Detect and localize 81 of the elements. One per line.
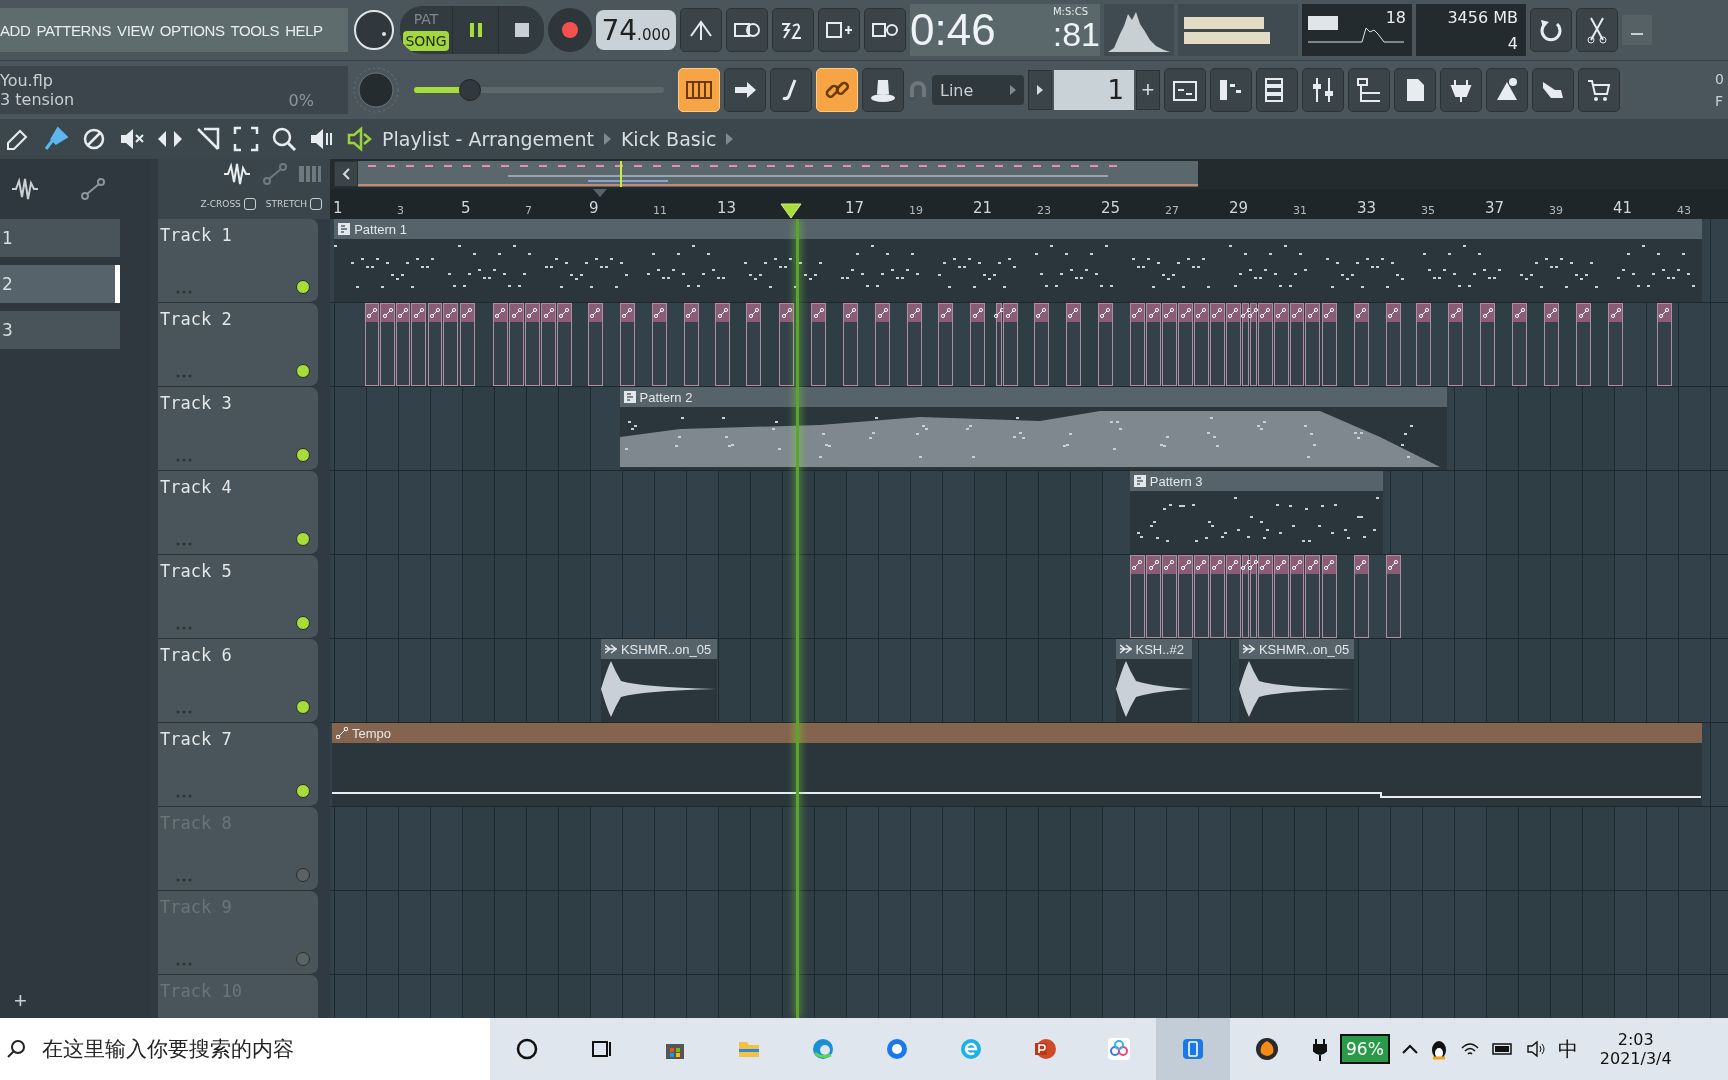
track-header[interactable]: Track 5 xyxy=(158,555,318,639)
snap-dropdown[interactable]: Line xyxy=(932,75,1024,105)
bar-number: 13 xyxy=(717,199,737,217)
bar-number: 5 xyxy=(461,199,471,217)
option-checkbox[interactable]: Z-CROSS xyxy=(200,198,256,210)
mode-toggle[interactable]: SONG xyxy=(403,31,449,51)
bar-number: 31 xyxy=(1293,204,1307,217)
bar-number: 27 xyxy=(1165,204,1179,217)
track-name: Track 5 xyxy=(160,561,232,581)
track-header[interactable]: Track 1 xyxy=(158,219,318,303)
bar-number: 9 xyxy=(589,199,599,217)
menu-item[interactable]: PATTERNS xyxy=(36,21,112,39)
picker-item[interactable]: 3 xyxy=(0,311,120,349)
time-format-label: M:S:CS xyxy=(1052,6,1088,17)
bar-number: 21 xyxy=(973,199,993,217)
menu-item[interactable]: VIEW xyxy=(117,21,154,39)
mode-toggle[interactable]: PAT xyxy=(403,9,449,29)
cpu-value: 4 xyxy=(1507,33,1518,53)
bar-number: 39 xyxy=(1549,204,1563,217)
tempo-value: 74 xyxy=(601,14,638,47)
track-name: Track 1 xyxy=(160,225,232,245)
picker-item[interactable]: 1 xyxy=(0,219,120,257)
menu-item[interactable]: OPTIONS xyxy=(159,21,225,39)
bar-number: 43 xyxy=(1677,204,1691,217)
bar-number: 25 xyxy=(1101,199,1121,217)
bar-number: 33 xyxy=(1357,199,1377,217)
percent-value: 0% xyxy=(288,91,314,110)
track-name: Track 6 xyxy=(160,645,232,665)
picker-item[interactable]: 2 xyxy=(0,265,120,303)
breadcrumb-item[interactable]: Playlist - Arrangement xyxy=(382,128,594,150)
audio-clip[interactable]: KSHMR..on_05 xyxy=(600,639,717,722)
voice-count: 18 xyxy=(1385,8,1406,27)
track-name: Track 2 xyxy=(160,309,232,329)
track-lane[interactable]: Pattern 2 xyxy=(330,387,1728,471)
bar-number: 1 xyxy=(333,199,343,217)
bar-number: 23 xyxy=(1037,204,1051,217)
track-name: Track 4 xyxy=(160,477,232,497)
tempo-decimals: .000 xyxy=(637,26,671,44)
time-centiseconds: :81 xyxy=(1052,14,1100,54)
bar-number: 29 xyxy=(1229,199,1249,217)
bar-number: 37 xyxy=(1485,199,1505,217)
add-track-button[interactable]: + xyxy=(14,988,27,1014)
menu-item[interactable]: TOOLS xyxy=(230,21,280,39)
track-name: Track 7 xyxy=(160,729,232,749)
bar-number: 17 xyxy=(845,199,865,217)
track-header[interactable]: Track 7 xyxy=(158,723,318,807)
menu-item[interactable]: ADD xyxy=(0,21,31,39)
project-file-name: You.flp xyxy=(0,71,53,90)
pattern-number-field[interactable]: 1 xyxy=(1054,70,1134,110)
add-pattern-button[interactable]: + xyxy=(1136,70,1160,110)
bar-number: 3 xyxy=(397,204,404,217)
track-lane[interactable]: KSHMR..on_05 KSH..#2 KSHMR..on_05 xyxy=(330,639,1728,723)
bar-number: 11 xyxy=(653,204,667,217)
track-lane[interactable]: Pattern 3 xyxy=(330,471,1728,555)
menu-item[interactable]: HELP xyxy=(285,21,323,39)
audio-clip[interactable]: KSH..#2 xyxy=(1115,639,1192,722)
track-header[interactable]: Track 6 xyxy=(158,639,318,723)
pattern-clip[interactable]: Pattern 2 xyxy=(619,387,1448,470)
bar-number: 19 xyxy=(909,204,923,217)
pattern-clip[interactable]: Pattern 3 xyxy=(1129,471,1384,554)
clock-date[interactable]: 2021/3/4 xyxy=(1599,1049,1672,1068)
track-header[interactable]: Track 4 xyxy=(158,471,318,555)
hint-text: 3 tension xyxy=(0,90,75,109)
input-method-indicator[interactable]: 中 xyxy=(1557,1035,1578,1063)
bar-number: 7 xyxy=(525,204,532,217)
clock-time[interactable]: 2:03 xyxy=(1617,1030,1654,1049)
audio-clip[interactable]: KSHMR..on_05 xyxy=(1238,639,1354,722)
memory-value: 3456 MB xyxy=(1447,7,1518,27)
battery-indicator[interactable]: 96% xyxy=(1340,1034,1390,1064)
breadcrumb-item[interactable]: Kick Basic xyxy=(620,128,717,150)
edge-label: F xyxy=(1715,93,1724,109)
bar-number: 41 xyxy=(1613,199,1633,217)
time-value: 0:46 xyxy=(910,5,997,55)
track-header[interactable]: Track 2 xyxy=(158,303,318,387)
track-header[interactable]: Track 3 xyxy=(158,387,318,471)
option-checkbox[interactable]: STRETCH xyxy=(265,198,322,210)
edge-label: 0 xyxy=(1715,71,1724,87)
search-placeholder: 在这里输入你要搜索的内容 xyxy=(42,1036,294,1063)
search-field[interactable]: 在这里输入你要搜索的内容 xyxy=(0,1018,490,1080)
bar-number: 35 xyxy=(1421,204,1435,217)
track-name: Track 3 xyxy=(160,393,232,413)
